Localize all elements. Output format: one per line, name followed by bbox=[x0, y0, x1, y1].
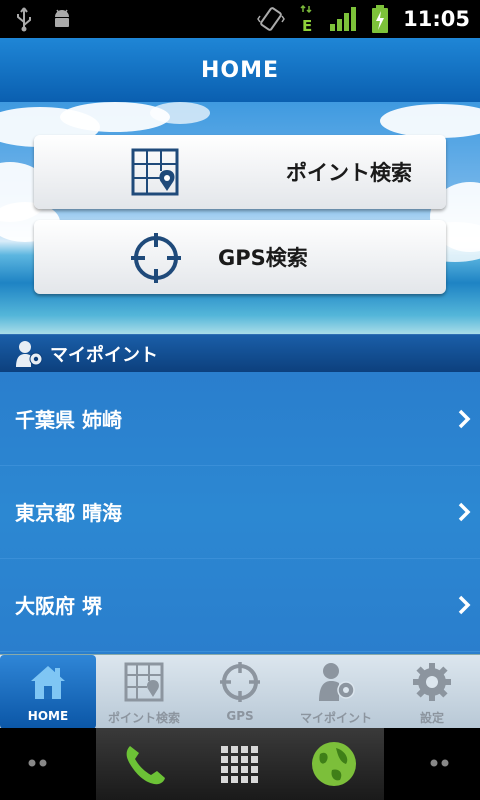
app-header: HOME bbox=[0, 38, 480, 103]
status-bar: E 11:05 bbox=[0, 0, 480, 38]
gps-search-button[interactable]: GPS検索 bbox=[34, 220, 446, 294]
android-debug-icon bbox=[55, 9, 69, 27]
list-item-label: 東京都 晴海 bbox=[15, 501, 122, 525]
point-search-label: ポイント検索 bbox=[286, 161, 412, 185]
tab-my-points[interactable]: マイポイント bbox=[288, 655, 384, 729]
tab-label: 設定 bbox=[419, 711, 444, 725]
gear-icon bbox=[413, 663, 451, 701]
tab-label: ポイント検索 bbox=[107, 711, 180, 725]
tab-label: マイポイント bbox=[299, 711, 372, 725]
chevron-right-icon bbox=[458, 409, 471, 429]
person-pin-icon bbox=[16, 341, 43, 367]
my-points-header: マイポイント bbox=[0, 334, 480, 373]
my-points-list: 千葉県 姉崎 東京都 晴海 大阪府 堺 bbox=[0, 372, 480, 654]
list-item[interactable]: 大阪府 堺 bbox=[0, 558, 480, 652]
chevron-right-icon bbox=[458, 595, 471, 615]
tab-home[interactable]: HOME bbox=[0, 655, 96, 729]
dots-right-icon[interactable] bbox=[430, 758, 450, 768]
person-pin-icon bbox=[319, 663, 355, 701]
dots-left-icon[interactable] bbox=[28, 758, 48, 768]
crosshair-icon bbox=[220, 662, 260, 702]
bottom-tab-bar: HOME ポイント検索 GPS マイポイント 設定 bbox=[0, 654, 480, 729]
page-title: HOME bbox=[200, 57, 280, 83]
system-dock bbox=[0, 728, 480, 800]
map-grid-icon bbox=[124, 662, 164, 702]
app-drawer-icon[interactable] bbox=[219, 744, 259, 784]
list-item-label: 千葉県 姉崎 bbox=[15, 408, 122, 432]
phone-icon[interactable] bbox=[122, 742, 168, 788]
tab-label: GPS bbox=[226, 709, 254, 723]
svg-text:E: E bbox=[302, 17, 312, 33]
my-points-title: マイポイント bbox=[50, 345, 158, 366]
usb-icon bbox=[17, 7, 31, 32]
dock-panel bbox=[96, 728, 384, 800]
browser-globe-icon[interactable] bbox=[310, 740, 358, 788]
gps-search-label: GPS検索 bbox=[218, 246, 308, 270]
home-icon bbox=[31, 666, 65, 699]
chevron-right-icon bbox=[458, 502, 471, 522]
vibrate-icon bbox=[257, 7, 286, 31]
tab-gps[interactable]: GPS bbox=[192, 655, 288, 729]
battery-charging-icon bbox=[372, 5, 389, 33]
list-item-label: 大阪府 堺 bbox=[15, 594, 102, 618]
signal-icon bbox=[330, 7, 357, 31]
list-item[interactable]: 千葉県 姉崎 bbox=[0, 372, 480, 466]
tab-label: HOME bbox=[27, 709, 69, 723]
tab-settings[interactable]: 設定 bbox=[384, 655, 480, 729]
status-time: 11:05 bbox=[403, 7, 470, 31]
tab-point-search[interactable]: ポイント検索 bbox=[96, 655, 192, 729]
point-search-button[interactable]: ポイント検索 bbox=[34, 135, 446, 209]
edge-data-icon: E bbox=[300, 5, 312, 33]
list-item[interactable]: 東京都 晴海 bbox=[0, 465, 480, 559]
